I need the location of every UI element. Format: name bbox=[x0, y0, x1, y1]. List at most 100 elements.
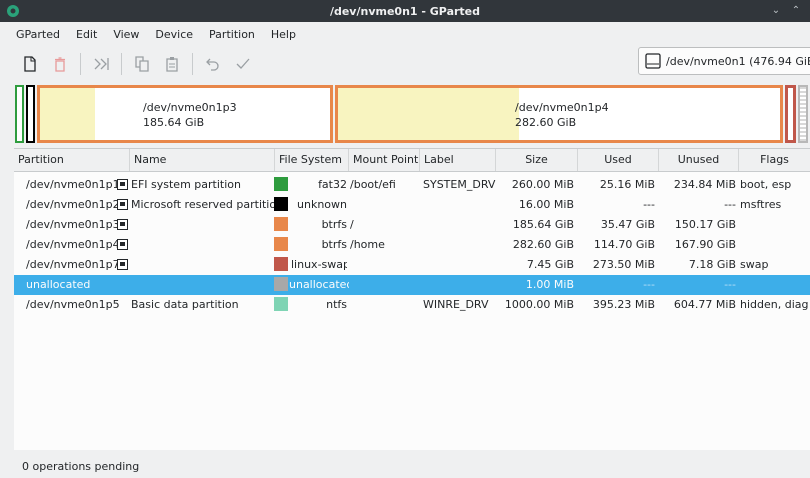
cell-mount bbox=[350, 255, 420, 275]
cell-used: 114.70 GiB bbox=[593, 238, 655, 251]
cell-flags: swap bbox=[740, 258, 769, 271]
menu-partition[interactable]: Partition bbox=[201, 28, 263, 41]
cell-used: --- bbox=[643, 198, 655, 211]
delete-icon bbox=[55, 56, 65, 72]
cell-mount bbox=[350, 195, 420, 215]
cell-size: 1000.00 MiB bbox=[504, 298, 574, 311]
menu-edit[interactable]: Edit bbox=[68, 28, 105, 41]
disk-map-p4-label: /dev/nvme0n1p4 282.60 GiB bbox=[515, 100, 609, 130]
disk-map-used-fill bbox=[40, 88, 96, 140]
table-row-p4[interactable]: /dev/nvme0n1p4 btrfs/home 282.60 GiB 114.70… bbox=[14, 235, 810, 255]
table-row-p5[interactable]: /dev/nvme0n1p5 Basic data partition ntfs WI… bbox=[14, 295, 810, 315]
paste-icon bbox=[166, 57, 178, 72]
cell-partition: /dev/nvme0n1p5 bbox=[26, 298, 120, 311]
toolbar-separator bbox=[80, 53, 81, 75]
cell-unused: 7.18 GiB bbox=[688, 258, 736, 271]
column-header-name[interactable]: Name bbox=[130, 149, 275, 171]
apply-icon bbox=[236, 58, 250, 69]
cell-label bbox=[423, 195, 497, 215]
disk-map-partition-p3[interactable]: /dev/nvme0n1p3 185.64 GiB bbox=[37, 85, 333, 143]
column-header-size[interactable]: Size bbox=[496, 149, 578, 171]
cell-name bbox=[131, 215, 276, 235]
column-header-file-system[interactable]: File System bbox=[275, 149, 349, 171]
table-row-p1[interactable]: /dev/nvme0n1p1 EFI system partition fat32/… bbox=[14, 175, 810, 195]
device-selector[interactable]: /dev/nvme0n1 (476.94 GiB) ⌄ bbox=[638, 47, 810, 75]
copy-button[interactable] bbox=[130, 52, 154, 76]
file-system-color-swatch bbox=[274, 237, 288, 251]
cell-unused: 167.90 GiB bbox=[674, 238, 736, 251]
cell-mount bbox=[350, 295, 420, 315]
cell-mount: / bbox=[350, 218, 354, 231]
new-icon bbox=[24, 56, 36, 72]
column-header-partition[interactable]: Partition bbox=[14, 149, 130, 171]
undo-button[interactable] bbox=[201, 52, 225, 76]
cell-file-system: ntfs bbox=[326, 298, 347, 311]
column-header-flags[interactable]: Flags bbox=[739, 149, 810, 171]
paste-button[interactable] bbox=[160, 52, 184, 76]
file-system-color-swatch bbox=[274, 257, 288, 271]
mounted-key-icon bbox=[117, 199, 128, 210]
cell-unused: 234.84 MiB bbox=[673, 178, 736, 191]
cell-used: --- bbox=[643, 278, 655, 291]
mounted-key-icon bbox=[117, 179, 128, 190]
cell-name bbox=[131, 255, 276, 275]
menu-bar: GParted Edit View Device Partition Help bbox=[0, 22, 810, 46]
status-bar: 0 operations pending bbox=[22, 460, 140, 473]
apply-button[interactable] bbox=[231, 52, 255, 76]
cell-file-system: unallocated bbox=[289, 278, 349, 291]
cell-unused: 150.17 GiB bbox=[674, 218, 736, 231]
table-row-p2[interactable]: /dev/nvme0n1p2 Microsoft reserved partiti… bbox=[14, 195, 810, 215]
cell-flags: hidden, diag bbox=[740, 298, 809, 311]
menu-help[interactable]: Help bbox=[263, 28, 304, 41]
cell-mount: /home bbox=[350, 238, 385, 251]
table-row-p7[interactable]: /dev/nvme0n1p7 linux-swap 7.45 GiB 273.50 M… bbox=[14, 255, 810, 275]
cell-name: Microsoft reserved partition bbox=[131, 198, 276, 211]
cell-file-system: linux-swap bbox=[291, 258, 347, 271]
table-header: Partition Name File System Mount Point L… bbox=[14, 149, 810, 172]
cell-unused: --- bbox=[724, 198, 736, 211]
column-header-label[interactable]: Label bbox=[420, 149, 496, 171]
disk-map-p3-size: 185.64 GiB bbox=[143, 116, 205, 129]
menu-gparted[interactable]: GParted bbox=[8, 28, 68, 41]
cell-mount bbox=[350, 275, 420, 295]
minimize-icon[interactable]: ⌄ bbox=[768, 3, 784, 19]
cell-mount: /boot/efi bbox=[350, 178, 396, 191]
partition-table: Partition Name File System Mount Point L… bbox=[14, 148, 810, 450]
disk-map-partition-p1[interactable] bbox=[15, 85, 24, 143]
cell-label bbox=[423, 255, 497, 275]
mounted-key-icon bbox=[117, 259, 128, 270]
cell-name: Basic data partition bbox=[131, 298, 239, 311]
table-row-unallocated[interactable]: unallocated unallocated 1.00 MiB --- --- bbox=[14, 275, 810, 295]
maximize-icon[interactable]: ⌃ bbox=[788, 3, 804, 19]
disk-map-partition-p5[interactable] bbox=[798, 85, 808, 143]
device-selector-value: /dev/nvme0n1 (476.94 GiB) bbox=[666, 54, 810, 68]
file-system-color-swatch bbox=[274, 177, 288, 191]
disk-map-partition-p7[interactable] bbox=[785, 85, 796, 143]
cell-name bbox=[131, 235, 276, 255]
cell-flags bbox=[740, 275, 810, 295]
resize-move-button[interactable] bbox=[89, 52, 113, 76]
cell-name: EFI system partition bbox=[131, 178, 241, 191]
cell-used: 273.50 MiB bbox=[592, 258, 655, 271]
disk-map-partition-p4[interactable]: /dev/nvme0n1p4 282.60 GiB bbox=[335, 85, 783, 143]
delete-partition-button[interactable] bbox=[48, 52, 72, 76]
menu-view[interactable]: View bbox=[105, 28, 147, 41]
file-system-color-swatch bbox=[274, 217, 288, 231]
column-header-unused[interactable]: Unused bbox=[659, 149, 739, 171]
cell-unused: --- bbox=[724, 278, 736, 291]
cell-used: 35.47 GiB bbox=[600, 218, 655, 231]
disk-map-p4-size: 282.60 GiB bbox=[515, 116, 577, 129]
cell-file-system: btrfs bbox=[321, 238, 347, 251]
column-header-mount-point[interactable]: Mount Point bbox=[349, 149, 420, 171]
cell-label: WINRE_DRV bbox=[423, 298, 489, 311]
new-partition-button[interactable] bbox=[18, 52, 42, 76]
menu-device[interactable]: Device bbox=[147, 28, 201, 41]
title-bar: /dev/nvme0n1 - GParted ⌄ ⌃ bbox=[0, 0, 810, 22]
disk-map-partition-p2[interactable] bbox=[26, 85, 35, 143]
cell-partition: unallocated bbox=[26, 278, 91, 291]
copy-icon bbox=[135, 56, 149, 72]
table-row-p3[interactable]: /dev/nvme0n1p3 btrfs/185.64 GiB 35.47 GiB 1… bbox=[14, 215, 810, 235]
cell-label bbox=[423, 275, 497, 295]
cell-size: 185.64 GiB bbox=[512, 218, 574, 231]
column-header-used[interactable]: Used bbox=[578, 149, 659, 171]
